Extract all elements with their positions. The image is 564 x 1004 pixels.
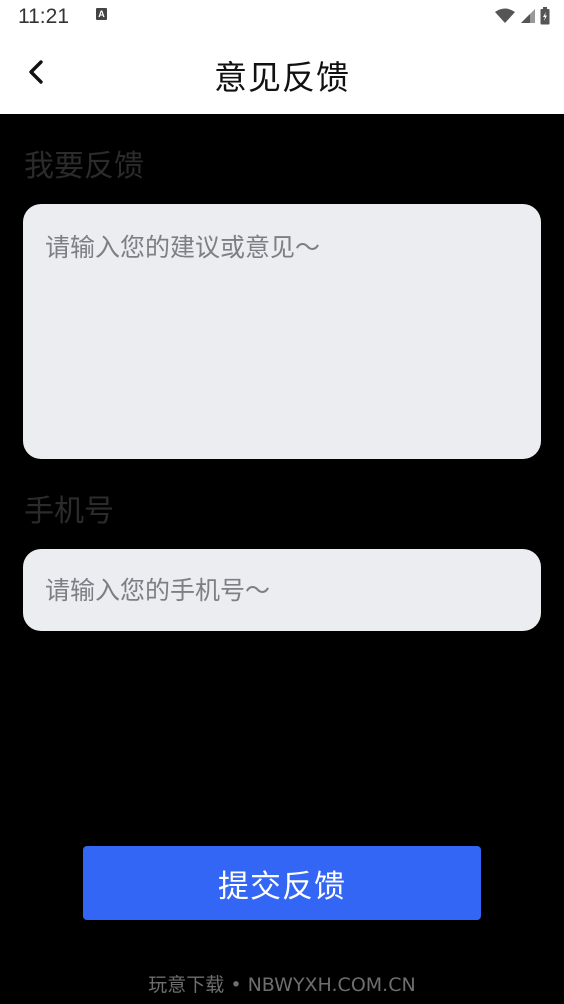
wifi-icon [495,8,515,23]
status-bar: 11:21 A [0,0,564,34]
phone-label: 手机号 [24,494,114,529]
app-header: 意见反馈 [0,34,564,114]
status-time: 11:21 [18,5,69,28]
page-title: 意见反馈 [214,58,350,97]
a-notification-icon: A [96,8,107,20]
feedback-label: 我要反馈 [24,149,144,184]
submit-feedback-button[interactable]: 提交反馈 [83,846,481,920]
phone-input[interactable] [23,549,541,631]
status-icons [495,6,550,26]
watermark: 玩意下载 • NBWYXH.COM.CN [148,974,416,996]
feedback-textarea[interactable] [23,204,541,459]
battery-icon [540,7,550,25]
signal-icon [521,9,535,23]
